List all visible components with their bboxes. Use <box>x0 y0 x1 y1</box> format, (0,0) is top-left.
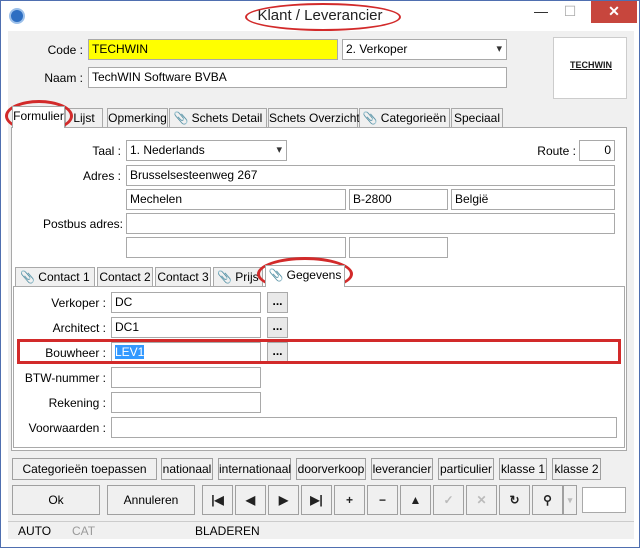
postbus-zip-input[interactable] <box>349 237 448 258</box>
tab-opmerking[interactable]: Opmerking <box>107 108 168 128</box>
tab-label: Gegevens <box>286 268 342 282</box>
verkoper-input[interactable]: DC <box>111 292 261 313</box>
tab-formulier[interactable]: Formulier <box>12 106 65 128</box>
taal-label: Taal : <box>92 144 121 158</box>
category-klasse-1[interactable]: klasse 1 <box>499 458 547 480</box>
title-highlight-ellipse <box>245 3 401 31</box>
btw-label: BTW-nummer : <box>24 371 106 385</box>
taal-select[interactable]: 1. Nederlands ▾ <box>126 140 287 161</box>
category-doorverkoop[interactable]: doorverkoop <box>296 458 366 480</box>
categories-apply-button[interactable]: Categorieën toepassen <box>12 458 157 480</box>
adres-street-input[interactable]: Brusselsesteenweg 267 <box>126 165 615 186</box>
status-state: BLADEREN <box>195 524 260 538</box>
tab-prijs[interactable]: 📎 Prijs <box>213 267 263 287</box>
add-record-icon[interactable]: + <box>334 485 365 515</box>
cancel-button[interactable]: Annuleren <box>107 485 195 515</box>
type-select-value: 2. Verkoper <box>346 42 408 56</box>
paperclip-icon: 📎 <box>362 111 378 125</box>
status-cat: CAT <box>72 524 96 538</box>
tab-label: Categorieën <box>380 111 447 125</box>
postbus-input[interactable] <box>126 213 615 234</box>
tab-gegevens[interactable]: 📎 Gegevens <box>265 265 345 287</box>
adres-zip-input[interactable]: B-2800 <box>349 189 448 210</box>
tab-schets-detail[interactable]: 📎 Schets Detail <box>169 108 267 128</box>
tab-contact-1[interactable]: 📎 Contact 1 <box>15 267 95 287</box>
chevron-down-icon: ▾ <box>276 144 282 156</box>
previous-record-icon[interactable]: ◀ <box>235 485 266 515</box>
tab-categorieen[interactable]: 📎 Categorieën <box>359 108 450 128</box>
category-internationaal[interactable]: internationaal <box>218 458 291 480</box>
status-mode: AUTO <box>18 524 52 538</box>
minimize-button[interactable]: — <box>528 1 554 23</box>
edit-record-icon[interactable]: ▲ <box>400 485 431 515</box>
tab-contact-3[interactable]: Contact 3 <box>155 267 211 287</box>
adres-city-input[interactable]: Mechelen <box>126 189 346 210</box>
tab-schets-overzicht[interactable]: Schets Overzicht <box>268 108 360 128</box>
confirm-icon[interactable]: ✓ <box>433 485 464 515</box>
route-label: Route : <box>537 144 576 158</box>
tab-label: Prijs <box>235 270 259 284</box>
ok-button[interactable]: Ok <box>12 485 100 515</box>
postbus-city-input[interactable] <box>126 237 346 258</box>
first-record-icon[interactable]: |◀ <box>202 485 233 515</box>
paperclip-icon: 📎 <box>20 270 36 284</box>
category-klasse-2[interactable]: klasse 2 <box>552 458 601 480</box>
rekening-label: Rekening : <box>48 396 106 410</box>
architect-input[interactable]: DC1 <box>111 317 261 338</box>
logo-text: TECHWIN <box>570 60 612 70</box>
chevron-down-icon: ▾ <box>496 43 502 55</box>
tab-label: Contact 1 <box>38 270 90 284</box>
search-input[interactable] <box>582 487 626 513</box>
title-bar: Klant / Leverancier — ☐ ✕ <box>1 1 639 31</box>
paperclip-icon: 📎 <box>268 268 284 282</box>
refresh-icon[interactable]: ↻ <box>499 485 530 515</box>
verkoper-lookup-button[interactable]: ... <box>267 292 288 313</box>
company-logo: TECHWIN <box>553 37 627 99</box>
paperclip-icon: 📎 <box>173 111 189 125</box>
route-input[interactable]: 0 <box>579 140 615 161</box>
category-particulier[interactable]: particulier <box>438 458 494 480</box>
voorwaarden-input[interactable] <box>111 417 617 438</box>
postbus-label: Postbus adres: <box>42 217 123 231</box>
taal-select-value: 1. Nederlands <box>130 143 205 157</box>
architect-label: Architect : <box>52 321 106 335</box>
next-record-icon[interactable]: ▶ <box>268 485 299 515</box>
naam-input[interactable]: TechWIN Software BVBA <box>88 67 507 88</box>
search-dropdown-icon[interactable]: ▾ <box>563 485 577 515</box>
cancel-edit-icon[interactable]: ✕ <box>466 485 497 515</box>
verkoper-label: Verkoper : <box>51 296 106 310</box>
btw-input[interactable] <box>111 367 261 388</box>
code-label: Code : <box>47 43 83 57</box>
maximize-button[interactable]: ☐ <box>557 1 583 23</box>
tab-speciaal[interactable]: Speciaal <box>451 108 503 128</box>
category-nationaal[interactable]: nationaal <box>161 458 213 480</box>
delete-record-icon[interactable]: − <box>367 485 398 515</box>
status-bar: AUTO CAT BLADEREN <box>8 521 634 539</box>
adres-label: Adres : <box>82 169 121 183</box>
tab-contact-2[interactable]: Contact 2 <box>97 267 153 287</box>
bouwheer-highlight-rect <box>17 339 621 364</box>
type-select[interactable]: 2. Verkoper ▾ <box>342 39 507 60</box>
rekening-input[interactable] <box>111 392 261 413</box>
adres-country-input[interactable]: België <box>451 189 615 210</box>
paperclip-icon: 📎 <box>217 270 233 284</box>
naam-label: Naam : <box>44 71 83 85</box>
close-button[interactable]: ✕ <box>591 1 637 23</box>
last-record-icon[interactable]: ▶| <box>301 485 332 515</box>
tab-label: Schets Detail <box>191 111 263 125</box>
code-input[interactable]: TECHWIN <box>88 39 338 60</box>
main-window: Klant / Leverancier — ☐ ✕ Code : TECHWIN… <box>0 0 640 548</box>
voorwaarden-label: Voorwaarden : <box>28 421 106 435</box>
binoculars-icon[interactable]: ⚲ <box>532 485 563 515</box>
category-leverancier[interactable]: leverancier <box>371 458 433 480</box>
architect-lookup-button[interactable]: ... <box>267 317 288 338</box>
